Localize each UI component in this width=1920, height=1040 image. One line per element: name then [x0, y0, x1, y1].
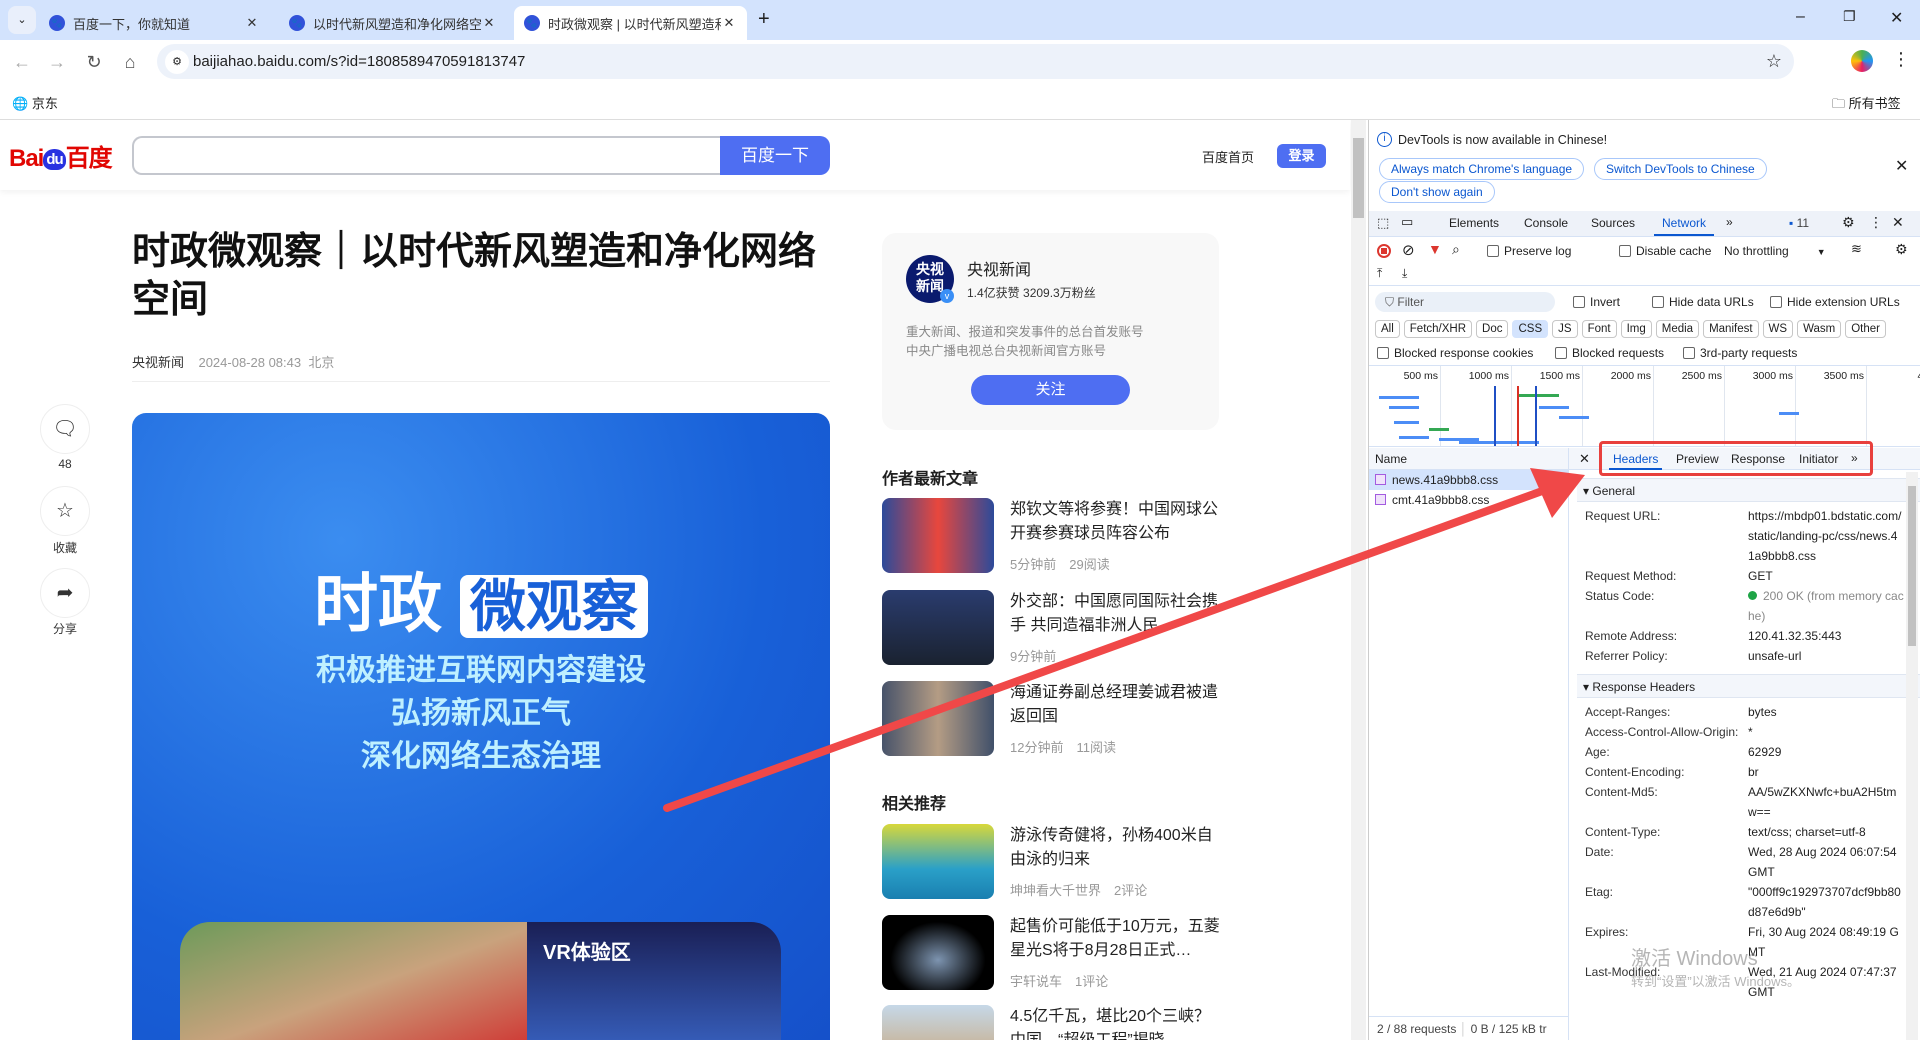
- windows-watermark: 激活 Windows 转到“设置”以激活 Windows。: [1631, 942, 1800, 990]
- arrow-shaft: [663, 486, 1549, 812]
- watermark-line: 激活 Windows: [1631, 948, 1758, 970]
- watermark-line: 转到“设置”以激活 Windows。: [1631, 974, 1801, 989]
- annotation-arrow: [663, 468, 1585, 812]
